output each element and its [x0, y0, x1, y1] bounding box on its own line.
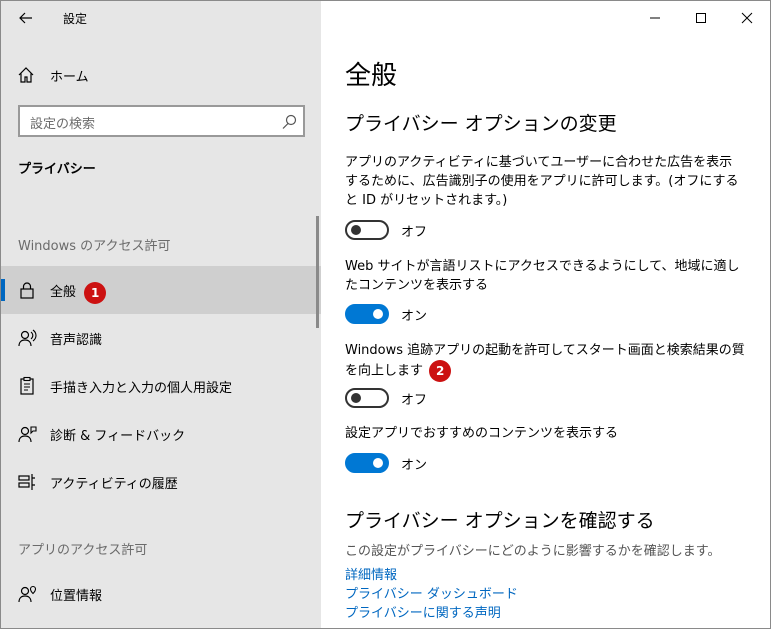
setting-description-ads: アプリのアクティビティに基づいてユーザーに合わせた広告を表示するために、広告識別… — [345, 155, 739, 208]
link-learn-more[interactable]: 詳細情報 — [345, 564, 397, 583]
sidebar-item-speech[interactable]: 音声認識 — [1, 314, 321, 362]
sidebar-item-label: 位置情報 — [50, 589, 103, 604]
group-label-apps: アプリのアクセス許可 — [18, 543, 148, 558]
toggle-language-list[interactable] — [345, 304, 389, 324]
annotation-badge-2: 2 — [429, 360, 452, 382]
setting-row-app-launch-tracking: オフ — [345, 387, 427, 409]
main-content: 全般 プライバシー オプションの変更 アプリのアクティビティに基づいてユーザーに… — [321, 1, 770, 628]
setting-description-suggested-content: 設定アプリでおすすめのコンテンツを表示する — [345, 426, 619, 441]
search-input[interactable]: 設定の検索 — [18, 105, 305, 137]
setting-description-language: Web サイトが言語リストにアクセスできるようにして、地域に適したコンテンツを表… — [345, 259, 740, 293]
minimize-button[interactable] — [632, 1, 678, 35]
sidebar-item-inking[interactable]: 手描き入力と入力の個人用設定 — [1, 362, 321, 410]
maximize-button[interactable] — [678, 1, 724, 35]
lock-icon — [20, 282, 34, 299]
toggle-knob — [351, 393, 361, 403]
clipboard-icon — [20, 376, 34, 395]
search-icon — [282, 114, 297, 129]
sidebar-item-label: 診断 & フィードバック — [50, 429, 186, 444]
close-button[interactable] — [724, 1, 770, 35]
toggle-state-label: オフ — [401, 224, 428, 240]
sidebar-item-label: 音声認識 — [50, 333, 103, 348]
annotation-badge-1: 1 — [84, 281, 107, 304]
selection-indicator — [1, 279, 5, 301]
back-arrow-icon — [19, 12, 32, 24]
toggle-advertising-id[interactable] — [345, 220, 389, 240]
sidebar-item-diagnostics[interactable]: 診断 & フィードバック — [1, 410, 321, 458]
section-description: この設定がプライバシーにどのように影響するかを確認します。 — [345, 544, 721, 559]
sidebar-scrollbar[interactable] — [316, 216, 319, 328]
sidebar-item-activity-history[interactable]: アクティビティの履歴 — [1, 458, 321, 506]
minimize-icon — [650, 17, 660, 19]
section-heading-change: プライバシー オプションの変更 — [345, 113, 617, 135]
window-controls — [632, 1, 770, 35]
feedback-person-icon — [18, 426, 37, 443]
app-title: 設定 — [63, 12, 88, 26]
toggle-app-launch-tracking[interactable] — [345, 388, 389, 408]
toggle-knob — [373, 309, 383, 319]
page-title: 全般 — [345, 61, 398, 91]
setting-description-app-launch-tracking: Windows 追跡アプリの起動を許可してスタート画面と検索結果の質を向上します… — [345, 341, 745, 382]
setting-row-ads: オフ — [345, 219, 427, 241]
title-bar: 設定 — [1, 1, 321, 35]
group-label-windows: Windows のアクセス許可 — [18, 239, 171, 254]
toggle-state-label: オン — [401, 457, 428, 473]
setting-row-language: オン — [345, 303, 427, 325]
sidebar-item-label: アクティビティの履歴 — [50, 477, 178, 492]
sidebar-item-label-wrap: 全般 1 — [50, 281, 107, 304]
section-heading-review: プライバシー オプションを確認する — [345, 510, 655, 532]
search-placeholder: 設定の検索 — [30, 117, 96, 132]
sidebar-item-label: 全般 — [50, 285, 77, 300]
location-person-icon — [18, 585, 37, 603]
sidebar: 設定 ホーム 設定の検索 プライバシー Windows のアクセス許可 全般 1… — [1, 1, 321, 628]
speech-icon — [18, 329, 37, 347]
home-icon — [18, 67, 34, 83]
toggle-knob — [351, 225, 361, 235]
close-icon — [741, 12, 753, 24]
setting-row-suggested-content: オン — [345, 452, 427, 474]
toggle-knob — [373, 458, 383, 468]
timeline-icon — [18, 474, 35, 490]
sidebar-item-general[interactable]: 全般 1 — [1, 266, 321, 314]
sidebar-section-title: プライバシー — [18, 162, 96, 177]
settings-window: 設定 ホーム 設定の検索 プライバシー Windows のアクセス許可 全般 1… — [0, 0, 771, 629]
maximize-icon — [696, 13, 706, 23]
toggle-state-label: オン — [401, 308, 428, 324]
sidebar-item-label: 手描き入力と入力の個人用設定 — [50, 381, 233, 396]
link-privacy-dashboard[interactable]: プライバシー ダッシュボード — [345, 583, 518, 602]
link-privacy-statement[interactable]: プライバシーに関する声明 — [345, 602, 501, 621]
sidebar-item-home[interactable]: ホーム — [1, 55, 321, 95]
sidebar-item-location[interactable]: 位置情報 — [1, 570, 321, 618]
sidebar-item-label: ホーム — [50, 70, 89, 85]
back-button[interactable] — [9, 5, 43, 31]
toggle-state-label: オフ — [401, 392, 428, 408]
setting-description-text: Windows 追跡アプリの起動を許可してスタート画面と検索結果の質を向上します — [345, 343, 745, 379]
toggle-suggested-content[interactable] — [345, 453, 389, 473]
